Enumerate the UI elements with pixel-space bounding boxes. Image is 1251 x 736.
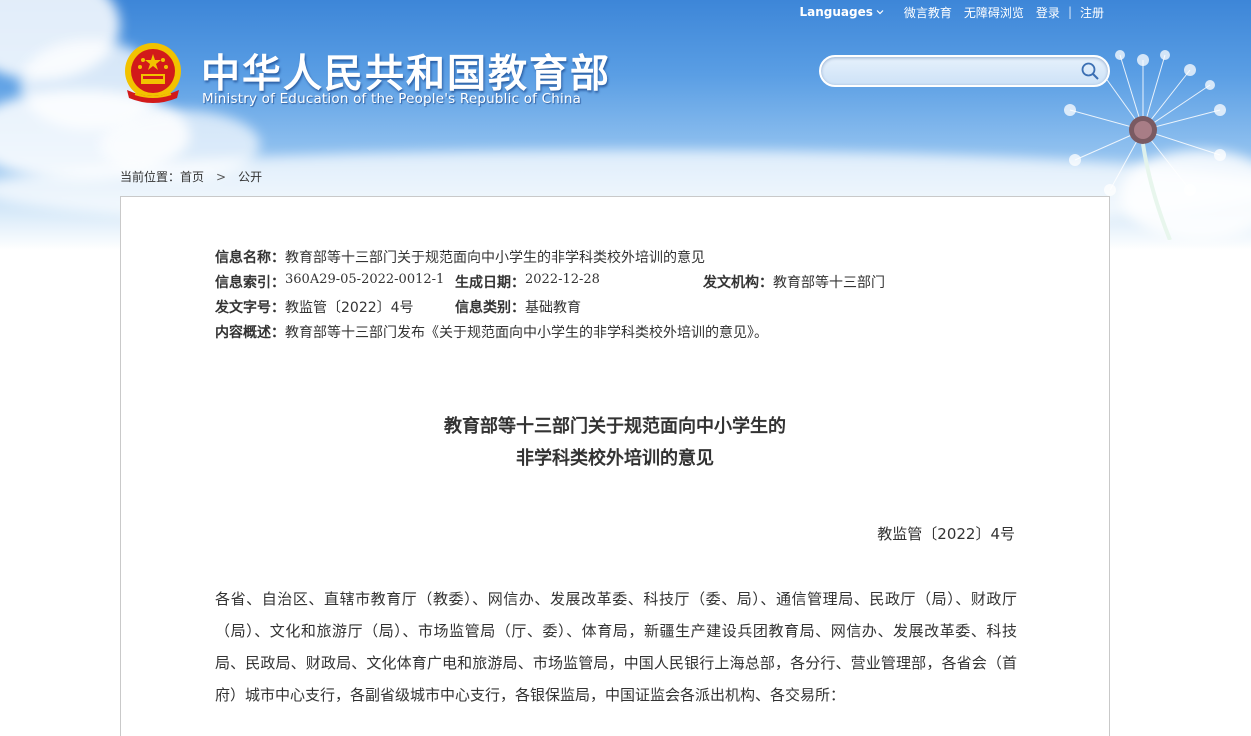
info-name-label: 信息名称： — [215, 250, 285, 266]
document-title: 教育部等十三部门关于规范面向中小学生的 非学科类校外培训的意见 — [121, 411, 1109, 475]
login-link[interactable]: 登录 — [1036, 4, 1060, 21]
article-container: 信息名称： 教育部等十三部门关于规范面向中小学生的非学科类校外培训的意见 信息索… — [120, 196, 1110, 736]
document-title-line-2: 非学科类校外培训的意见 — [516, 448, 714, 469]
info-index-label: 信息索引： — [215, 275, 285, 291]
summary-value: 教育部等十三部门发布《关于规范面向中小学生的非学科类校外培训的意见》。 — [285, 325, 768, 341]
date-value: 2022-12-28 — [525, 272, 600, 287]
languages-label: Languages — [799, 5, 873, 19]
breadcrumb-prefix: 当前位置： — [120, 170, 181, 184]
search-input[interactable] — [831, 60, 1076, 82]
breadcrumb-home-link[interactable]: 首页 — [180, 168, 204, 185]
site-subtitle: Ministry of Education of the People's Re… — [202, 91, 582, 107]
weiyan-education-link[interactable]: 微言教育 — [904, 4, 952, 21]
date-label: 生成日期： — [455, 275, 525, 291]
link-divider: | — [1067, 5, 1072, 19]
document-title-line-1: 教育部等十三部门关于规范面向中小学生的 — [444, 416, 786, 437]
category-value: 基础教育 — [525, 300, 581, 316]
national-emblem-icon[interactable] — [121, 40, 185, 108]
breadcrumb-arrow-icon: > — [216, 169, 227, 184]
issuing-org-label: 发文机构： — [703, 275, 773, 291]
languages-dropdown[interactable]: Languages — [800, 5, 884, 19]
category-label: 信息类别： — [455, 300, 525, 316]
breadcrumb-current-link[interactable]: 公开 — [238, 168, 262, 185]
info-name-value: 教育部等十三部门关于规范面向中小学生的非学科类校外培训的意见 — [285, 250, 705, 266]
search-icon[interactable] — [1080, 61, 1100, 81]
document-body-paragraph: 各省、自治区、直辖市教育厅（教委）、网信办、发展改革委、科技厅（委、局）、通信管… — [215, 590, 1017, 704]
doc-number-value: 教监管〔2022〕4号 — [285, 300, 414, 316]
issuing-org-value: 教育部等十三部门 — [773, 275, 885, 291]
document-number: 教监管〔2022〕4号 — [877, 525, 1015, 543]
search-box — [819, 55, 1110, 87]
accessibility-link[interactable]: 无障碍浏览 — [964, 4, 1024, 21]
info-index-value: 360A29-05-2022-0012-1 — [285, 272, 445, 287]
breadcrumb: 当前位置： 首页 > 公开 — [120, 168, 262, 185]
summary-label: 内容概述： — [215, 325, 285, 341]
register-link[interactable]: 注册 — [1080, 4, 1104, 21]
chevron-down-icon — [876, 10, 884, 15]
top-links-bar: Languages 微言教育 无障碍浏览 登录 | 注册 — [800, 3, 1111, 21]
doc-number-label: 发文字号： — [215, 300, 285, 316]
